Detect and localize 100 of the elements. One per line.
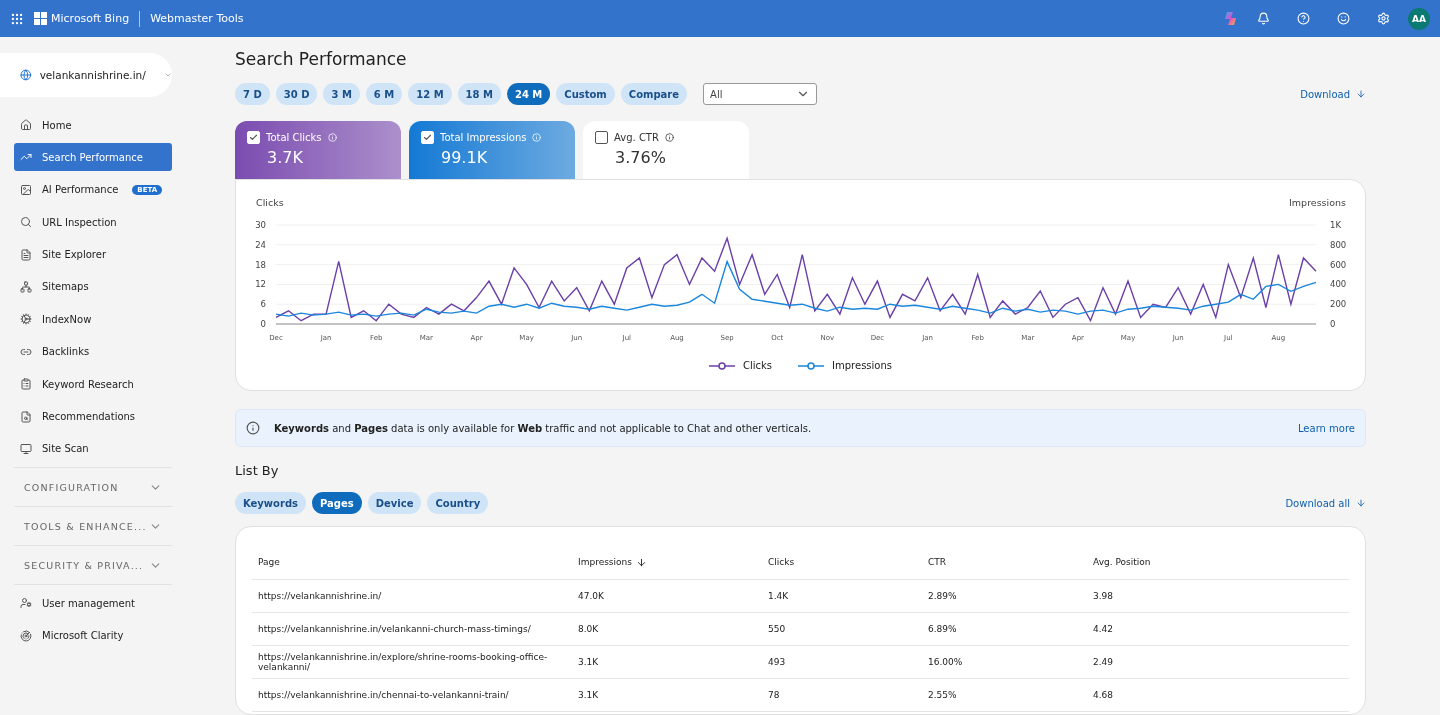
table-cell: 3.1K [572,679,762,712]
axis-label: 1K [1330,220,1341,230]
table-cell: 550 [762,613,922,646]
nav-item[interactable]: Search Performance [14,143,172,172]
nav-icon [20,410,32,423]
nav-icon [20,216,32,229]
list-tab[interactable]: Keywords [235,492,307,514]
axis-title: Clicks [256,197,284,208]
column-header[interactable]: Impressions [572,545,762,580]
notice-text: Keywords and Pages data is only available for Web traffic and not applicable to Chat and other verticals. [274,422,813,434]
legend-label: Clicks [743,360,773,371]
axis-label: 200 [1330,299,1347,310]
table-cell: https://velankannishrine.in/velankanni-church-mass-timings/ [252,613,572,646]
nav-item[interactable]: Sitemaps [14,272,172,301]
table-cell: https://velankannishrine.in/explore/shrine-rooms-booking-office-velankanni/ [252,646,572,679]
axis-label: 0 [260,319,266,329]
nav-icon [20,248,32,261]
nav-item[interactable]: User management [14,589,172,618]
nav-item[interactable]: Home [14,111,172,139]
windows-logo-icon [34,12,47,25]
nav-icon [20,629,32,642]
download-link[interactable]: Download [1300,88,1366,100]
nav-item[interactable]: Microsoft Clarity [14,621,172,650]
metric-value: 99.1K [441,148,489,167]
nav-item[interactable]: IndexNow [14,305,172,334]
date-range-button[interactable]: 3 M [323,83,360,105]
nav-icon [20,378,32,391]
nav-icon [20,183,32,196]
axis-label: 12 [255,279,266,290]
metric-value: 3.7K [267,148,304,167]
table-cell: 4.42 [1087,613,1349,646]
nav-item[interactable]: Site Scan [14,434,172,463]
nav-section-header[interactable]: CONFIGURATION [14,467,172,507]
nav-section-header[interactable]: TOOLS & ENHANCE... [14,506,172,546]
table-cell: 3.1K [572,646,762,679]
section-title: List By [235,463,280,478]
checkmark-icon [423,133,432,142]
metric-card[interactable]: Total Clicks 3.7K [235,121,401,179]
nav-section-header[interactable]: SECURITY & PRIVA... [14,545,172,585]
nav-item[interactable]: Backlinks [14,337,172,366]
table-cell: 6.89% [922,613,1087,646]
sort-arrow-icon [635,556,647,568]
axis-label: 30 [255,220,266,230]
date-range-button[interactable]: 24 M [506,83,551,105]
app-launcher-icon[interactable] [10,11,24,26]
date-range-button[interactable]: 6 M [365,83,403,105]
user-avatar[interactable]: AA [1408,7,1430,30]
axis-label: 800 [1330,239,1347,250]
table-cell: 16.00% [922,646,1087,679]
list-tab[interactable]: Device [367,492,422,514]
axis-label: 6 [260,299,266,310]
table-cell: 78 [762,679,922,712]
metric-card[interactable]: Avg. CTR 3.76% [583,121,749,179]
legend-label: Impressions [832,360,892,371]
learn-more-link[interactable]: Learn more [1297,422,1355,434]
info-icon [664,133,674,142]
column-header[interactable]: Clicks [762,545,922,580]
table-cell: 4.68 [1087,679,1349,712]
metric-label: Total Impressions [440,132,527,143]
nav-item[interactable]: Site Explorer [14,240,172,269]
metric-value: 3.76% [615,148,667,167]
table-cell: 2.55% [922,679,1087,712]
axis-label: 0 [1330,319,1336,329]
axis-label: 400 [1330,279,1347,290]
info-icon [246,421,260,435]
table-cell: https://velankannishrine.in/ [252,580,572,613]
download-arrow-icon [1356,89,1366,99]
nav-icon [20,313,32,326]
table-cell: 2.49 [1087,646,1349,679]
nav-item[interactable]: Recommendations [14,402,172,431]
date-range-button[interactable]: Compare [620,83,688,105]
legend-marker-icon [798,361,825,370]
date-range-button[interactable]: 18 M [457,83,501,105]
date-range-button[interactable]: 30 D [275,83,318,105]
site-selector[interactable]: velankannishrine.in/ [0,53,172,97]
table-cell: 3.98 [1087,580,1349,613]
filter-dropdown[interactable]: All [703,83,818,105]
axis-label: 600 [1330,259,1347,270]
info-icon [532,133,542,142]
column-header[interactable]: Avg. Position [1087,545,1349,580]
table-cell: 2.89% [922,580,1087,613]
metric-label: Total Clicks [266,132,322,143]
date-range-button[interactable]: 7 D [235,83,270,105]
metric-card[interactable]: Total Impressions 99.1K [409,121,575,179]
date-range-button[interactable]: 12 M [408,83,452,105]
column-header[interactable]: Page [252,545,572,580]
list-tab[interactable]: Country [427,492,489,514]
download-arrow-icon [1356,498,1366,508]
nav-item[interactable]: URL Inspection [14,208,172,237]
column-header[interactable]: CTR [922,545,1087,580]
nav-icon [20,597,32,610]
list-tab[interactable]: Pages [312,492,362,514]
nav-icon [20,119,32,131]
metric-label: Avg. CTR [614,132,659,143]
axis-label: 24 [255,239,266,250]
checkbox[interactable] [595,131,608,144]
date-range-button[interactable]: Custom [556,83,615,105]
checkmark-icon [249,133,258,142]
nav-item[interactable]: Keyword Research [14,370,172,399]
download-all-link[interactable]: Download all [1285,497,1366,509]
